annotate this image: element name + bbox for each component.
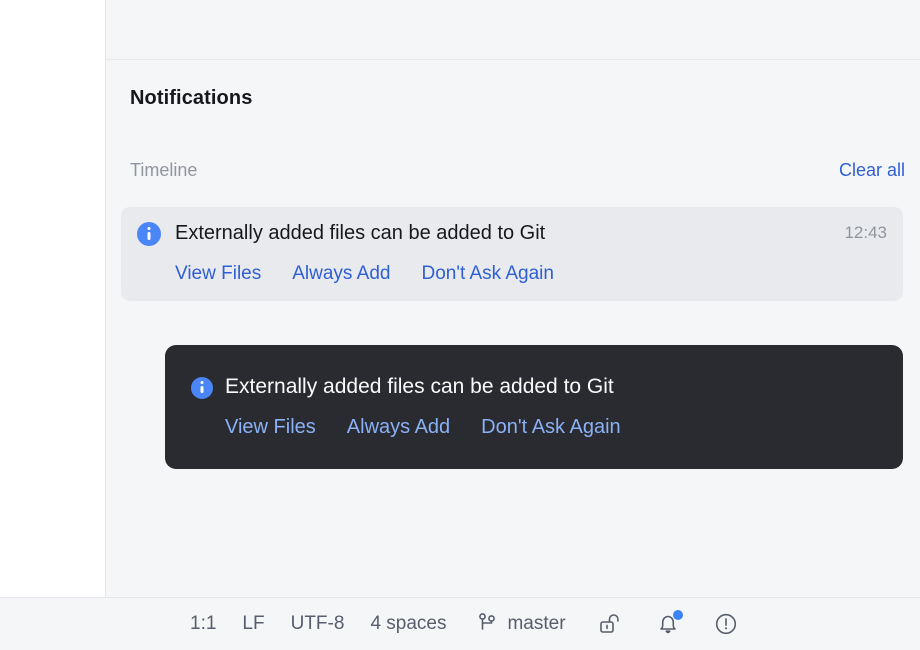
- status-encoding[interactable]: UTF-8: [291, 613, 345, 635]
- page-title: Notifications: [130, 87, 253, 109]
- notification-timestamp: 12:43: [844, 223, 887, 242]
- info-icon: [137, 222, 161, 246]
- status-bar-items: 1:1 LF UTF-8 4 spaces master: [190, 610, 740, 638]
- editor-gutter-area: [0, 0, 106, 597]
- toast-actions: View Files Always Add Don't Ask Again: [225, 416, 877, 439]
- tool-window-header: [106, 0, 920, 60]
- notification-toast[interactable]: Externally added files can be added to G…: [165, 345, 903, 469]
- bell-badge-dot: [672, 610, 683, 620]
- notification-title: Externally added files can be added to G…: [175, 222, 546, 244]
- tool-window-content: Notifications Timeline Clear all Externa…: [106, 60, 920, 597]
- status-bar: 1:1 LF UTF-8 4 spaces master: [0, 597, 920, 650]
- notification-action-view-files[interactable]: View Files: [175, 263, 261, 285]
- window-body: Notifications Timeline Clear all Externa…: [0, 0, 920, 597]
- status-line-separator[interactable]: LF: [242, 613, 264, 635]
- timeline-header-row: Timeline Clear all: [130, 160, 905, 181]
- notifications-tool-window: Notifications Timeline Clear all Externa…: [106, 0, 920, 597]
- toast-action-always-add[interactable]: Always Add: [347, 416, 450, 439]
- notification-actions: View Files Always Add Don't Ask Again: [175, 263, 887, 285]
- toast-header: Externally added files can be added to G…: [191, 375, 877, 399]
- exclamation-circle-icon[interactable]: [712, 610, 740, 638]
- timeline-label: Timeline: [130, 160, 198, 180]
- info-icon: [191, 377, 213, 399]
- notification-card[interactable]: Externally added files can be added to G…: [121, 207, 903, 301]
- git-branch-icon: [476, 611, 498, 638]
- notification-action-always-add[interactable]: Always Add: [292, 263, 390, 285]
- bell-icon[interactable]: [654, 610, 683, 638]
- toast-title: Externally added files can be added to G…: [225, 375, 614, 398]
- ide-window: Notifications Timeline Clear all Externa…: [0, 0, 920, 650]
- clear-all-link[interactable]: Clear all: [839, 160, 905, 181]
- status-caret-position[interactable]: 1:1: [190, 613, 216, 635]
- notification-action-dont-ask-again[interactable]: Don't Ask Again: [421, 263, 554, 285]
- unlocked-padlock-icon[interactable]: [596, 610, 624, 638]
- notification-header: Externally added files can be added to G…: [137, 221, 887, 246]
- status-branch[interactable]: master: [476, 611, 566, 638]
- status-indent[interactable]: 4 spaces: [370, 613, 446, 635]
- status-branch-label: master: [507, 613, 566, 634]
- toast-action-dont-ask-again[interactable]: Don't Ask Again: [481, 416, 620, 439]
- toast-action-view-files[interactable]: View Files: [225, 416, 316, 439]
